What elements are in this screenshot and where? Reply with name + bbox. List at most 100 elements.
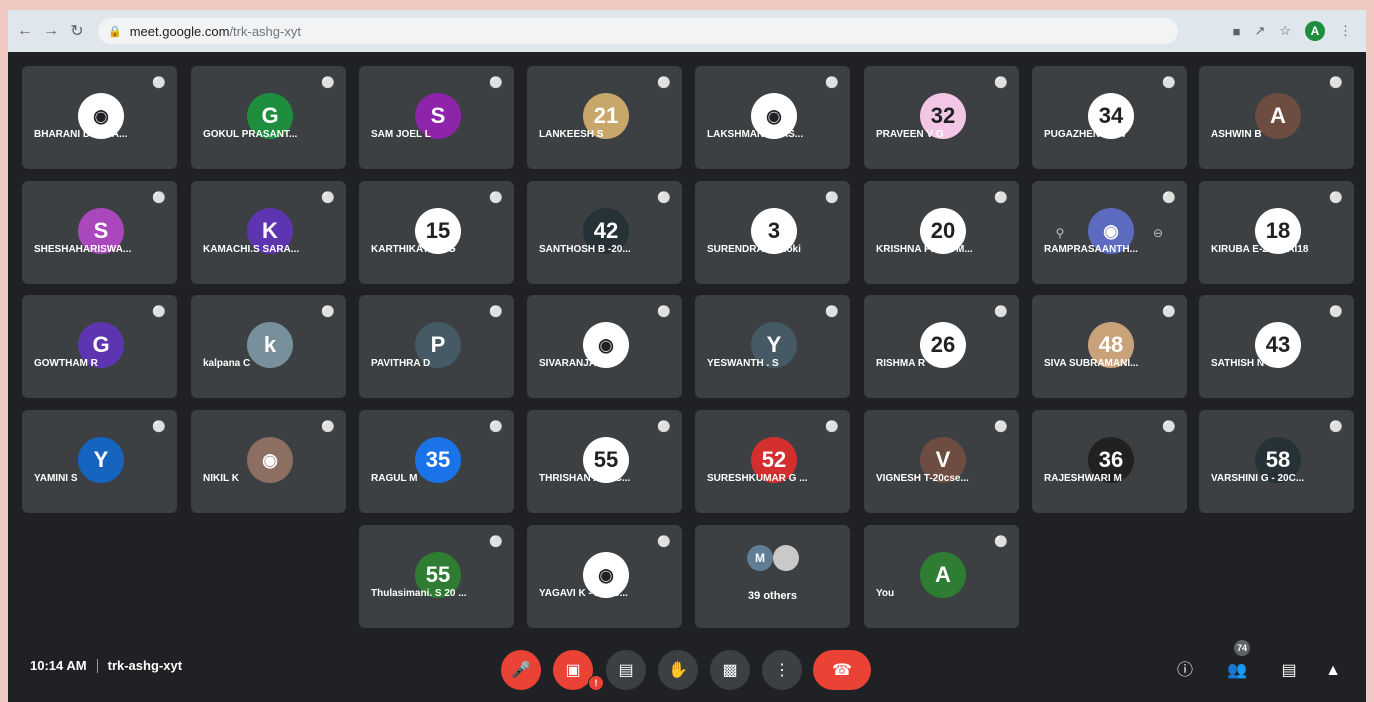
raise-hand-button[interactable]: ✋	[658, 650, 698, 690]
participant-tile[interactable]: ⚪ V VIGNESH T-20cse...	[864, 410, 1019, 513]
present-screen-icon: ▩	[722, 662, 738, 679]
participant-name: THRISHAN A-20C...	[539, 473, 631, 484]
participant-tile[interactable]: ⚪ Y YAMINI S	[22, 410, 177, 513]
participant-tile[interactable]: ⚪ Y YESWANTH . S	[695, 295, 850, 398]
participant-tile[interactable]: ⚪ S SAM JOEL L	[359, 66, 514, 169]
forward-icon[interactable]: →	[38, 22, 64, 40]
camera-warning-badge: !	[588, 675, 604, 691]
participant-tile[interactable]: ⚪ 36 RAJESHWARI M	[1032, 410, 1187, 513]
participant-name: KARTHIKAYANI G	[371, 244, 456, 255]
participant-tile[interactable]: ⚪ 26 RISHMA R	[864, 295, 1019, 398]
participant-tile[interactable]: ⚪ 58 VARSHINI G - 20C...	[1199, 410, 1354, 513]
participant-tile[interactable]: ⚪ ◉ ⚲ ⊖ RAMPRASAANTH...	[1032, 181, 1187, 284]
participant-tile[interactable]: ⚪ P PAVITHRA D	[359, 295, 514, 398]
participant-tile[interactable]: ⚪ 52 SURESHKUMAR G ...	[695, 410, 850, 513]
mic-muted-icon: ⚪	[1329, 192, 1343, 204]
activities-button[interactable]: ▲	[1322, 660, 1344, 682]
mic-muted-icon: ⚪	[152, 192, 166, 204]
mic-muted-icon: ⚪	[994, 536, 1008, 548]
participant-tile[interactable]: ⚪ 55 THRISHAN A-20C...	[527, 410, 682, 513]
participant-name: SHESHAHARISWA...	[34, 244, 132, 255]
participant-tile[interactable]: ⚪ 42 SANTHOSH B -20...	[527, 181, 682, 284]
participant-name: RAGUL M	[371, 473, 418, 484]
participant-tile[interactable]: ⚪ 34 PUGAZHENDHI V	[1032, 66, 1187, 169]
participant-tile[interactable]: ⚪ 18 KIRUBA E-20CSAI18	[1199, 181, 1354, 284]
participant-tile[interactable]: ⚪ ◉ BHARANI DHARA...	[22, 66, 177, 169]
participant-tile[interactable]: ⚪ 35 RAGUL M	[359, 410, 514, 513]
share-icon[interactable]: ↗	[1254, 23, 1265, 39]
camera-off-icon: ▣	[565, 662, 581, 679]
others-tile[interactable]: M 39 others	[695, 525, 850, 628]
browser-menu-icon[interactable]: ⋮	[1339, 23, 1352, 39]
raise-hand-icon: ✋	[668, 662, 688, 679]
chat-button[interactable]: ▤	[1278, 660, 1300, 682]
meeting-code[interactable]: trk-ashg-xyt	[108, 658, 182, 673]
present-button[interactable]: ▩	[710, 650, 750, 690]
participant-tile[interactable]: ⚪ S SHESHAHARISWA...	[22, 181, 177, 284]
captions-icon: ▤	[618, 662, 634, 679]
character-photo-icon: ◉	[93, 105, 109, 126]
participant-name: PAVITHRA D	[371, 358, 431, 369]
mic-muted-icon: ⚪	[1162, 77, 1176, 89]
profile-avatar[interactable]: A	[1305, 21, 1325, 41]
participant-tile[interactable]: ⚪ 3 SURENDRAN #Roki	[695, 181, 850, 284]
participant-name: KIRUBA E-20CSAI18	[1211, 244, 1309, 255]
meet-window: ← → ↻ 🔒 meet.google.com/trk-ashg-xyt ■ ↗…	[8, 10, 1366, 702]
people-button[interactable]: 👥	[1226, 660, 1248, 682]
participant-tile[interactable]: ⚪ G GOWTHAM R	[22, 295, 177, 398]
address-bar[interactable]: 🔒 meet.google.com/trk-ashg-xyt	[98, 18, 1178, 44]
participant-tile[interactable]: ⚪ k kalpana C	[191, 295, 346, 398]
feather-photo-icon: ◉	[598, 564, 614, 585]
participant-tile[interactable]: ⚪ 15 KARTHIKAYANI G	[359, 181, 514, 284]
self-tile[interactable]: ⚪ A You	[864, 525, 1019, 628]
participant-name: LANKEESH S	[539, 129, 604, 140]
participant-tile[interactable]: ⚪ ◉ LAKSHMAN PRAS...	[695, 66, 850, 169]
pin-icon[interactable]: ⚲	[1052, 225, 1068, 241]
participant-name: SATHISH N	[1211, 358, 1265, 369]
participant-name: LAKSHMAN PRAS...	[707, 129, 804, 140]
camera-off-button[interactable]: ▣	[553, 650, 593, 690]
others-label: 39 others	[748, 590, 797, 602]
meeting-info-button[interactable]: ⓘ	[1174, 660, 1196, 682]
mic-muted-icon: ⚪	[489, 421, 503, 433]
person-photo-icon: ◉	[262, 449, 278, 470]
participant-tile[interactable]: ⚪ ◉ YAGAVI K - 20CS...	[527, 525, 682, 628]
lock-icon: 🔒	[108, 25, 122, 38]
participant-tile[interactable]: ⚪ A ASHWIN B	[1199, 66, 1354, 169]
participant-tile[interactable]: ⚪ 48 SIVA SUBRAMANI...	[1032, 295, 1187, 398]
participant-name: kalpana C	[203, 358, 251, 369]
end-call-button[interactable]: ☎	[813, 650, 871, 690]
captions-button[interactable]: ▤	[606, 650, 646, 690]
end-call-icon: ☎	[832, 662, 852, 679]
feather-photo-icon: ◉	[598, 334, 614, 355]
bookmark-star-icon[interactable]: ☆	[1279, 23, 1291, 39]
more-options-button[interactable]: ⋮	[762, 650, 802, 690]
participant-tile[interactable]: ⚪ G GOKUL PRASANT...	[191, 66, 346, 169]
participant-name: RAJESHWARI M	[1044, 473, 1122, 484]
participant-name: SIVA SUBRAMANI...	[1044, 358, 1139, 369]
participant-name: VARSHINI G - 20C...	[1211, 473, 1305, 484]
participant-tile[interactable]: ⚪ 21 LANKEESH S	[527, 66, 682, 169]
browser-actions: ■ ↗ ☆ A ⋮	[1233, 21, 1366, 41]
mic-muted-icon: ⚪	[1162, 421, 1176, 433]
mic-muted-icon: ⚪	[321, 306, 335, 318]
mic-muted-icon: ⚪	[994, 306, 1008, 318]
participant-tile[interactable]: ⚪ K KAMACHI.S SARA...	[191, 181, 346, 284]
reload-icon[interactable]: ↻	[64, 21, 90, 41]
participant-tile[interactable]: ⚪ 43 SATHISH N	[1199, 295, 1354, 398]
participant-name: BHARANI DHARA...	[34, 129, 128, 140]
mic-muted-icon: ⚪	[994, 77, 1008, 89]
mic-off-button[interactable]: 🎤	[501, 650, 541, 690]
participant-name: RAMPRASAANTH...	[1044, 244, 1138, 255]
participant-name: SURESHKUMAR G ...	[707, 473, 808, 484]
remove-icon[interactable]: ⊖	[1150, 225, 1166, 241]
camera-in-use-icon[interactable]: ■	[1233, 24, 1241, 39]
back-icon[interactable]: ←	[12, 22, 38, 40]
participant-tile[interactable]: ⚪ ◉ NIKIL K	[191, 410, 346, 513]
participant-tile[interactable]: ⚪ 55 Thulasimani. S 20 ...	[359, 525, 514, 628]
mic-muted-icon: ⚪	[825, 421, 839, 433]
participant-tile[interactable]: ⚪ ◉ SIVARANJANI T	[527, 295, 682, 398]
mic-muted-icon: ⚪	[825, 192, 839, 204]
participant-tile[interactable]: ⚪ 20 KRISHNA PRIYA M...	[864, 181, 1019, 284]
participant-tile[interactable]: ⚪ 32 PRAVEEN V G	[864, 66, 1019, 169]
